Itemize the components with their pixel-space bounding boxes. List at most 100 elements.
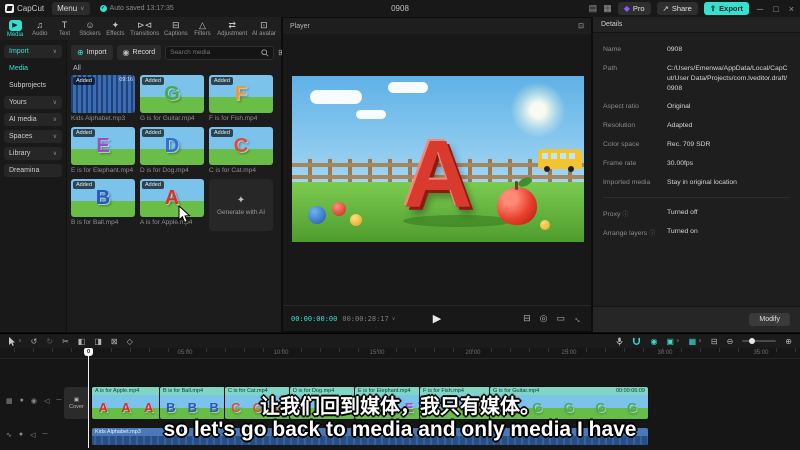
record-button[interactable]: ◉ Record — [116, 45, 162, 60]
ratio-icon[interactable]: ▭ — [556, 313, 565, 324]
media-item-b-ball[interactable]: Added B B is for Ball.mp4 — [71, 179, 135, 231]
ruler-label: 25:00 — [561, 350, 577, 356]
zoom-knob[interactable] — [749, 338, 756, 344]
delete-icon[interactable]: ⊠ — [111, 337, 118, 346]
media-item-name: F is for Fish.mp4 — [209, 115, 258, 122]
share-button[interactable]: ↗ Share — [656, 2, 698, 15]
import-button[interactable]: ⊕ Import — [71, 45, 113, 60]
media-item-c-cat[interactable]: Added C C is for Cat.mp4 — [209, 127, 273, 174]
mute-track-icon[interactable]: ◁ — [30, 431, 35, 439]
collapse-icon[interactable]: ─ — [43, 431, 48, 439]
snap-glyph: ▣ — [666, 336, 674, 346]
sidebar-item-subprojects[interactable]: Subprojects — [4, 79, 62, 92]
playhead[interactable] — [88, 348, 89, 448]
export-button[interactable]: ⇧ Export — [703, 2, 749, 15]
delete-left-icon[interactable]: ◧ — [78, 337, 86, 346]
detail-row-proxy: Proxy ⓘ Turned off — [603, 208, 790, 218]
fullscreen-icon[interactable]: ↔ — [572, 312, 585, 325]
media-item-e-elephant[interactable]: Added E E is for Elephant.mp4 — [71, 127, 135, 174]
tab-filters[interactable]: △ Filters — [192, 17, 212, 40]
export-label: Export — [719, 4, 743, 13]
split-icon[interactable]: ✂ — [62, 337, 69, 346]
detail-value: Rec. 709 SDR — [667, 141, 711, 149]
media-item-g-guitar[interactable]: Added G G is for Guitar.mp4 — [140, 75, 204, 122]
tab-transitions[interactable]: ⊳⊲ Transitions — [130, 17, 159, 40]
ruler-label: 10:00 — [273, 350, 289, 356]
media-item-kids-alphabet[interactable]: Added 09:16 Kids Alphabet.mp3 — [71, 75, 135, 122]
undo-icon[interactable]: ↺ — [31, 337, 38, 346]
ribbon-tabs: ▶ Media ♫ Audio T Text ☺ Stickers ✦ Effe… — [0, 17, 281, 40]
play-button[interactable]: ▶ — [433, 312, 441, 325]
media-item-name: E is for Elephant.mp4 — [71, 167, 134, 174]
search-box[interactable] — [165, 45, 275, 60]
player-expand-icon[interactable]: ⊡ — [578, 22, 584, 30]
tab-captions[interactable]: ⊟ Captions — [164, 17, 188, 40]
mute-track-icon[interactable]: ◁ — [44, 397, 49, 405]
maximize-button[interactable]: □ — [771, 4, 780, 14]
audio-thumbnail: Added 09:16 — [71, 75, 135, 113]
info-icon[interactable]: ⓘ — [622, 212, 628, 218]
tab-ai-avatar[interactable]: ⊡ AI avatar — [252, 17, 276, 40]
link-icon[interactable]: ◉ — [650, 337, 657, 346]
media-item-d-dog[interactable]: Added D D is for Dog.mp4 — [140, 127, 204, 174]
display-monitor-icon[interactable]: ⊟ — [711, 337, 718, 346]
sidebar-item-spaces[interactable]: Spaces ∨ — [4, 130, 62, 143]
collapse-icon[interactable]: ─ — [56, 397, 61, 405]
panel-layout-icon[interactable]: ▦ — [603, 3, 612, 14]
generate-with-ai-tile[interactable]: ✦ Generate with AI — [209, 179, 273, 231]
timeline-zoom-slider[interactable] — [742, 338, 777, 344]
select-tool-icon[interactable]: ∨ — [9, 336, 22, 346]
media-item-a-apple[interactable]: Added A A is for Apple.mp4 — [140, 179, 204, 231]
search-input[interactable] — [170, 49, 259, 56]
sidebar-item-yours[interactable]: Yours ∨ — [4, 96, 62, 109]
filter-all-label[interactable]: All — [67, 63, 281, 75]
voiceover-mic-icon[interactable] — [616, 337, 623, 346]
clip-letter: G — [627, 399, 638, 415]
layout-preset-icon[interactable]: ▤ — [589, 3, 598, 14]
clip-b-ball[interactable]: B is for Ball.mp4 B B B — [160, 387, 225, 419]
preview-quality-icon[interactable]: ▦ ∨ — [689, 337, 702, 346]
duration-options-icon[interactable]: ∨ — [392, 316, 396, 322]
menu-button[interactable]: Menu ∨ — [52, 2, 90, 15]
tab-text[interactable]: T Text — [55, 17, 75, 40]
playhead-handle[interactable]: 0 — [84, 348, 93, 356]
sidebar-item-import[interactable]: Import ∨ — [4, 45, 62, 58]
sidebar-item-ai-media[interactable]: AI media ∨ — [4, 113, 62, 126]
zoom-in-icon[interactable]: ⊕ — [785, 337, 792, 346]
sidebar-item-dreamina[interactable]: Dreamina — [4, 164, 62, 177]
display-mode-icon[interactable]: ⊟ — [523, 313, 531, 324]
modify-button[interactable]: Modify — [749, 313, 790, 326]
track-options-icon[interactable]: ▦ — [6, 397, 13, 405]
tab-label: Audio — [32, 31, 48, 37]
hide-track-icon[interactable]: ◉ — [31, 397, 37, 405]
minimize-button[interactable]: ─ — [755, 4, 765, 14]
media-item-f-fish[interactable]: Added F F is for Fish.mp4 — [209, 75, 273, 122]
lock-icon[interactable]: ● — [19, 431, 23, 439]
zoom-out-icon[interactable]: ⊖ — [727, 337, 734, 346]
redo-icon[interactable]: ↻ — [46, 337, 53, 346]
snap-settings-icon[interactable]: ▣ ∨ — [666, 337, 679, 346]
tab-media[interactable]: ▶ Media — [5, 17, 25, 40]
marker-icon[interactable]: ◇ — [127, 337, 133, 346]
tab-effects[interactable]: ✦ Effects — [105, 17, 125, 40]
lock-icon[interactable]: ● — [20, 397, 24, 405]
tab-audio[interactable]: ♫ Audio — [30, 17, 50, 40]
delete-right-icon[interactable]: ◨ — [94, 337, 102, 346]
sidebar-item-media[interactable]: Media — [4, 62, 62, 75]
video-track-header: ▦ ● ◉ ◁ ─ — [6, 397, 61, 405]
timeline-ruler[interactable]: 05:00 10:00 15:00 20:00 25:00 30:00 35:0… — [0, 348, 800, 359]
close-button[interactable]: × — [787, 4, 796, 14]
clip-name: B is for Ball.mp4 — [163, 388, 204, 394]
cover-button[interactable]: ▣ Cover — [64, 387, 89, 419]
clip-a-apple[interactable]: A is for Apple.mp4 A A A — [92, 387, 160, 419]
frame-focus-icon[interactable]: ◎ — [540, 313, 548, 324]
video-preview[interactable]: A — [292, 76, 584, 242]
autosave-text: Auto saved 13:17:35 — [109, 5, 174, 12]
pro-button[interactable]: ◆ Pro — [617, 2, 651, 15]
info-icon[interactable]: ⓘ — [649, 231, 655, 237]
tab-stickers[interactable]: ☺ Stickers — [79, 17, 100, 40]
magnet-icon[interactable] — [632, 337, 641, 346]
tab-adjustment[interactable]: ⇄ Adjustment — [217, 17, 247, 40]
audio-track-icon[interactable]: ∿ — [6, 431, 12, 439]
sidebar-item-library[interactable]: Library ∨ — [4, 147, 62, 160]
